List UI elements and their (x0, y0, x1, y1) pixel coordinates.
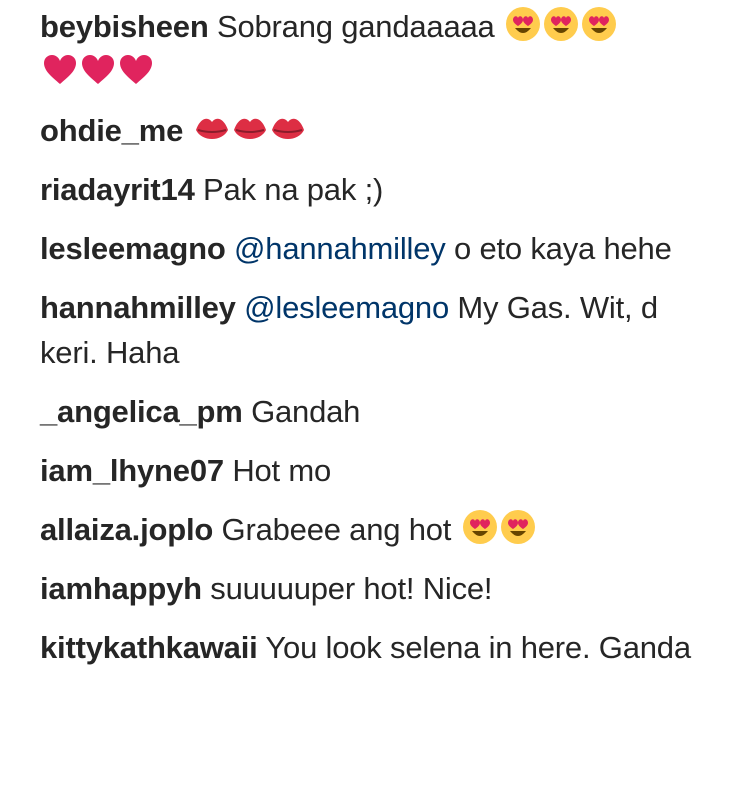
comment-text: Grabeee ang hot (221, 512, 452, 547)
comment-item: ohdie_me (40, 108, 710, 153)
comment-mention[interactable]: @hannahmilley (234, 231, 446, 266)
comment-item: iamhappyh suuuuuper hot! Nice! (40, 566, 710, 611)
comment-username[interactable]: iam_lhyne07 (40, 453, 224, 488)
comment-username[interactable]: _angelica_pm (40, 394, 243, 429)
comment-username[interactable]: hannahmilley (40, 290, 236, 325)
comment-list: beybisheen Sobrang gandaaaaa ohdie_me ri… (0, 0, 750, 789)
heart-eyes-emoji-icon (500, 509, 536, 545)
comment-item: lesleemagno @hannahmilley o eto kaya heh… (40, 226, 710, 271)
comment-text: Hot mo (232, 453, 332, 488)
comment-item: beybisheen Sobrang gandaaaaa (40, 4, 710, 94)
comment-text: Gandah (251, 394, 361, 429)
comment-username[interactable]: kittykathkawaii (40, 630, 258, 665)
comment-text: suuuuuper hot! Nice! (210, 571, 493, 606)
comment-username[interactable]: iamhappyh (40, 571, 202, 606)
heart-eyes-emoji-icon (505, 6, 541, 42)
comment-mention[interactable]: @lesleemagno (244, 290, 449, 325)
comment-text: You look selena in here. Ganda (265, 630, 691, 665)
heart-eyes-emoji-icon (543, 6, 579, 42)
comment-text: Sobrang gandaaaaa (216, 9, 495, 44)
comment-text: Pak na pak ;) (203, 172, 384, 207)
red-heart-emoji-icon (80, 53, 116, 87)
comment-username[interactable]: lesleemagno (40, 231, 226, 266)
kiss-lips-emoji-icon (232, 114, 268, 146)
comment-username[interactable]: riadayrit14 (40, 172, 195, 207)
comment-username[interactable]: beybisheen (40, 9, 209, 44)
red-heart-emoji-icon (42, 53, 78, 87)
kiss-lips-emoji-icon (270, 114, 306, 146)
comment-item: kittykathkawaii You look selena in here.… (40, 625, 710, 670)
comment-item: allaiza.joplo Grabeee ang hot (40, 507, 710, 552)
comment-item: riadayrit14 Pak na pak ;) (40, 167, 710, 212)
comment-item: iam_lhyne07 Hot mo (40, 448, 710, 493)
comment-item: _angelica_pm Gandah (40, 389, 710, 434)
comment-username[interactable]: ohdie_me (40, 113, 183, 148)
comment-text: o eto kaya hehe (454, 231, 672, 266)
heart-eyes-emoji-icon (462, 509, 498, 545)
comment-username[interactable]: allaiza.joplo (40, 512, 213, 547)
red-heart-emoji-icon (118, 53, 154, 87)
kiss-lips-emoji-icon (194, 114, 230, 146)
heart-eyes-emoji-icon (581, 6, 617, 42)
comment-item: hannahmilley @lesleemagno My Gas. Wit, d… (40, 285, 710, 375)
